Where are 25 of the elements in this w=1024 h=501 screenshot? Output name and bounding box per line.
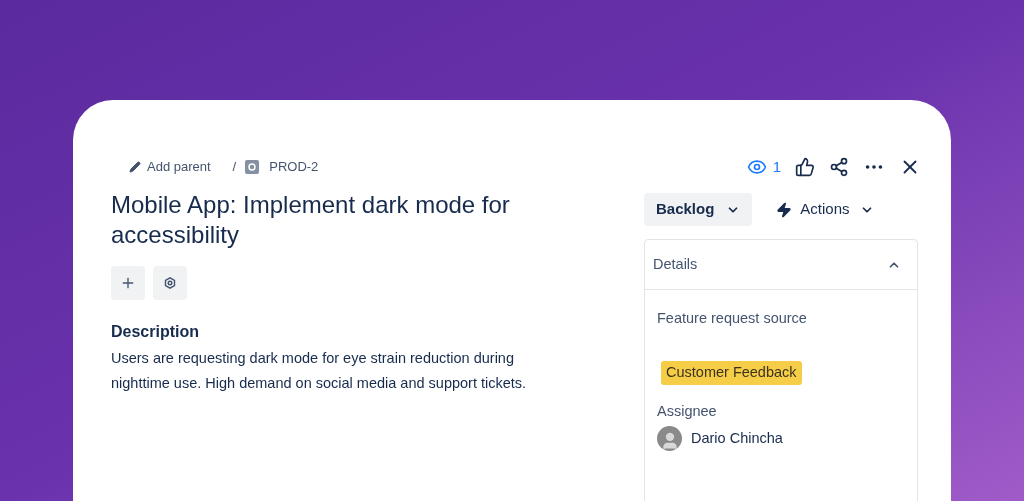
avatar	[657, 426, 682, 452]
pencil-icon	[129, 161, 141, 173]
share-icon[interactable]	[829, 157, 849, 177]
breadcrumb-separator: /	[232, 158, 237, 177]
assignee-name: Dario Chincha	[691, 428, 783, 448]
issue-key-link[interactable]: PROD-2	[269, 157, 319, 177]
issue-title: Mobile App: Implement dark mode for accessibility	[111, 190, 511, 250]
field-label: Assignee	[657, 401, 718, 421]
add-button[interactable]	[111, 266, 145, 300]
eye-icon	[746, 157, 767, 177]
plus-icon	[120, 275, 136, 291]
field-label: Feature request source	[657, 309, 808, 328]
settings-button[interactable]	[153, 266, 187, 300]
issue-type-icon	[245, 160, 260, 174]
thumbs-up-icon[interactable]	[795, 157, 815, 177]
watch-button[interactable]: 1	[746, 155, 781, 179]
actions-dropdown[interactable]: Actions	[764, 193, 886, 226]
lightning-icon	[776, 201, 793, 218]
hexagon-icon	[164, 277, 176, 289]
field-tag: Customer Feedback	[661, 360, 802, 385]
details-header[interactable]: Details	[645, 240, 917, 290]
description-text: Users are requesting dark mode for eye strain reduction during nighttime use. High demand on social media and support tickets.	[111, 349, 528, 393]
status-dropdown[interactable]: Backlog	[644, 193, 753, 226]
add-parent-button[interactable]: Add parent	[129, 157, 211, 177]
description-heading: Description	[111, 322, 200, 342]
